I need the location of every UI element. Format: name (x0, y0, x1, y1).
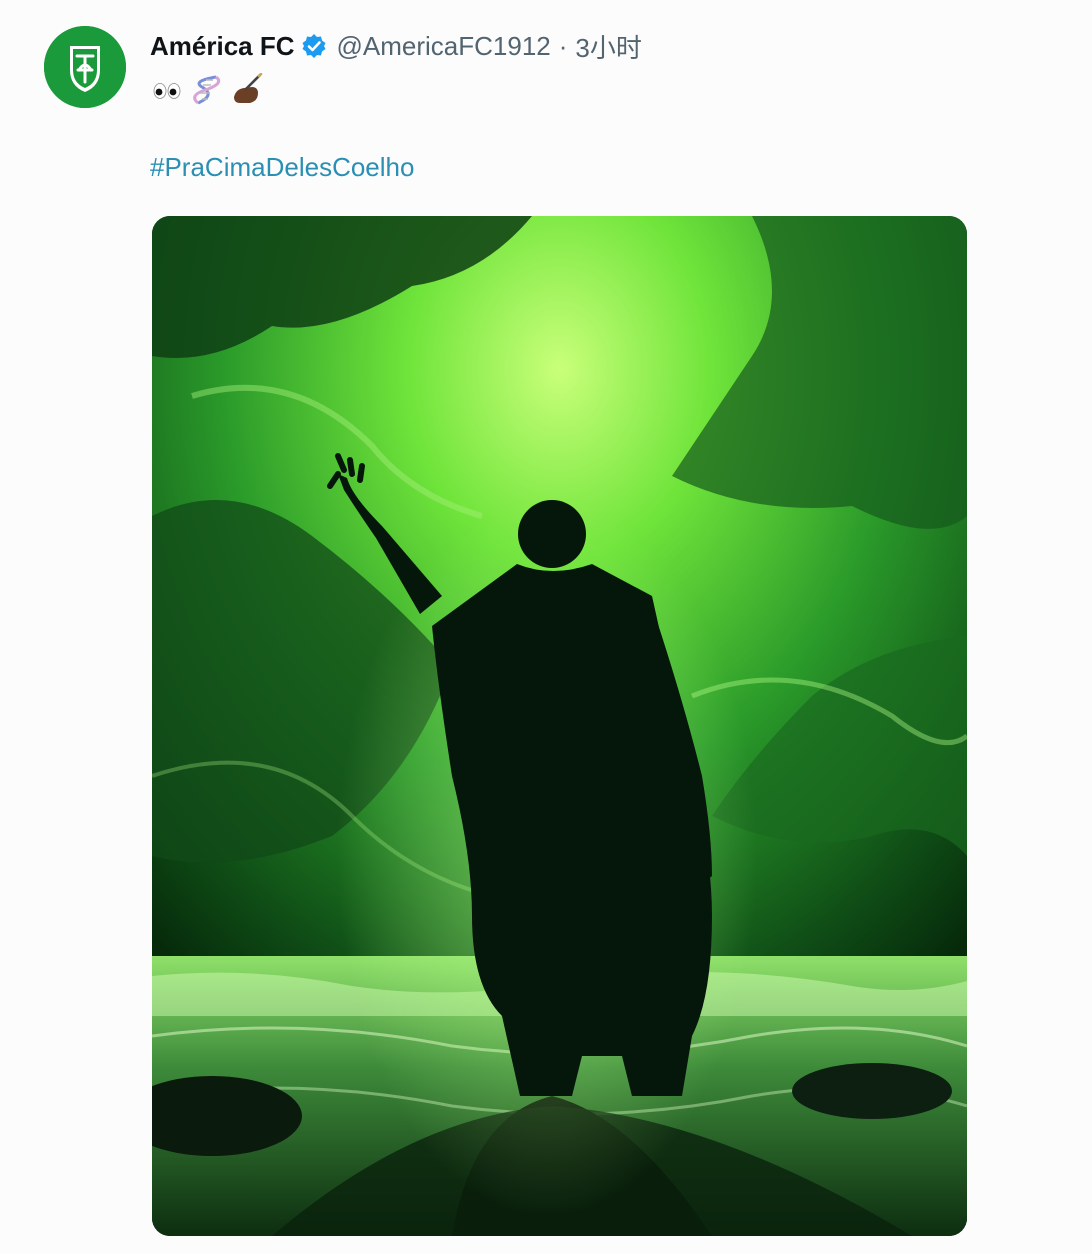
tweet-media[interactable] (152, 216, 967, 1236)
hashtag-link[interactable]: #PraCimaDelesCoelho (150, 152, 414, 183)
verified-badge-icon (301, 33, 327, 59)
emoji-row (150, 72, 264, 108)
tweet[interactable]: América FC @AmericaFC1912 · 3小时 #PraCima… (0, 0, 1092, 1254)
separator: · (558, 30, 568, 61)
page: América FC @AmericaFC1912 · 3小时 #PraCima… (0, 0, 1092, 1254)
dna-icon (193, 75, 221, 105)
author-handle[interactable]: @AmericaFC1912 (337, 31, 551, 62)
tweet-header: América FC @AmericaFC1912 · 3小时 (150, 28, 642, 64)
timestamp[interactable]: 3小时 (575, 28, 641, 65)
america-fc-crest-icon (44, 26, 126, 108)
author-name[interactable]: América FC (150, 31, 295, 62)
eyes-icon (153, 83, 181, 99)
writing-hand-icon (234, 73, 263, 103)
avatar[interactable] (44, 26, 126, 108)
green-sky-figure-image (152, 216, 967, 1236)
